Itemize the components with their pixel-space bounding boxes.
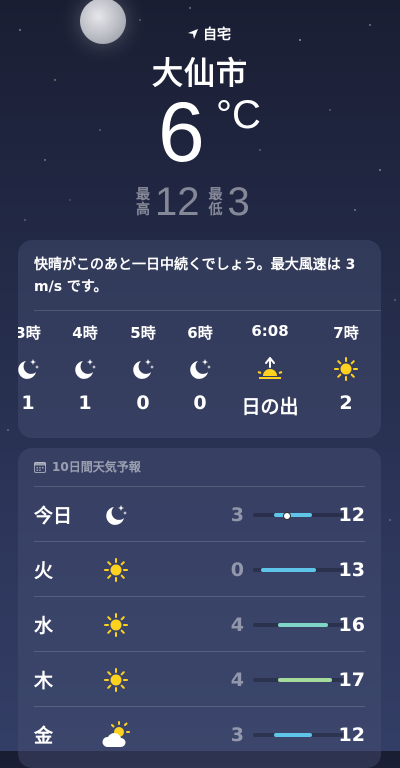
low-temp: 3 xyxy=(227,180,250,224)
hour-time: 7時 xyxy=(333,324,359,342)
daily-row[interactable]: 金 3 12 xyxy=(34,706,365,762)
temp-range-fill xyxy=(261,567,316,572)
temp-range-fill xyxy=(278,622,329,627)
hour-time: 4時 xyxy=(72,324,98,342)
location-row: 自宅 xyxy=(0,24,400,44)
hourly-forecast-card[interactable]: 快晴がこのあと一日中続くでしょう。最大風速は 3 m/s です。 3時 1 4時 1 5… xyxy=(18,240,381,438)
high-temp: 16 xyxy=(338,613,365,636)
sun-icon xyxy=(316,354,376,384)
sun-icon xyxy=(94,557,138,583)
location-arrow-icon xyxy=(188,29,198,39)
moon-stars-icon xyxy=(170,354,230,384)
hour-time: 6:08 xyxy=(251,322,289,340)
hour-value: 1 xyxy=(21,392,35,414)
hour-item: 5時 0 xyxy=(113,322,173,414)
temp-range-fill xyxy=(273,512,312,517)
daily-row[interactable]: 木 4 17 xyxy=(34,651,365,707)
daily-row[interactable]: 水 4 16 xyxy=(34,596,365,652)
low-temp: 4 xyxy=(230,613,244,636)
sun-icon xyxy=(94,612,138,638)
high-temp: 17 xyxy=(338,668,365,691)
high-temp: 12 xyxy=(155,180,200,224)
partly-cloudy-icon xyxy=(94,720,138,749)
location-header: 自宅 大仙市 xyxy=(0,24,400,93)
hour-value: 0 xyxy=(193,392,207,414)
current-temperature: 6 xyxy=(158,85,205,179)
high-temp: 12 xyxy=(338,503,365,526)
day-label: 金 xyxy=(34,725,54,747)
hour-item: 7時 2 xyxy=(316,322,376,414)
hour-time: 5時 xyxy=(130,324,156,342)
hour-value: 日の出 xyxy=(241,396,299,418)
low-temp: 3 xyxy=(230,723,244,746)
day-label: 今日 xyxy=(34,505,73,527)
high-temp: 12 xyxy=(338,723,365,746)
temp-range-fill xyxy=(273,732,312,737)
location-label: 自宅 xyxy=(203,27,231,43)
low-temp: 0 xyxy=(230,558,244,581)
forecast-summary: 快晴がこのあと一日中続くでしょう。最大風速は 3 m/s です。 xyxy=(34,257,356,295)
low-temp: 3 xyxy=(230,503,244,526)
sun-icon xyxy=(94,667,138,693)
temperature-unit: °C xyxy=(216,93,261,137)
sunrise-icon xyxy=(240,354,300,384)
low-temp: 4 xyxy=(230,668,244,691)
moon-stars-icon xyxy=(55,354,115,384)
hourly-list[interactable]: 3時 1 4時 1 5時 0 6時 0 6:08 日の出 7時 2 xyxy=(18,322,381,432)
hour-value: 0 xyxy=(136,392,150,414)
divider xyxy=(34,310,381,311)
hour-time: 3時 xyxy=(18,324,41,342)
hour-value: 1 xyxy=(78,392,92,414)
hour-item: 6時 0 xyxy=(170,322,230,414)
moon-stars-icon xyxy=(18,354,58,384)
day-label: 火 xyxy=(34,560,54,582)
hour-item: 3時 1 xyxy=(18,322,58,414)
moon-stars-icon xyxy=(113,354,173,384)
hour-item: 6:08 日の出 xyxy=(240,322,300,419)
high-label: 最高 xyxy=(136,186,150,218)
day-label: 木 xyxy=(34,670,54,692)
daily-forecast-title: 10日間天気予報 xyxy=(52,460,141,474)
low-label: 最低 xyxy=(208,186,223,218)
calendar-icon xyxy=(34,461,46,473)
daily-row[interactable]: 今日 3 12 xyxy=(34,486,365,542)
temp-range-fill xyxy=(278,677,333,682)
high-low-temps: 最高 12 最低 3 xyxy=(135,180,258,225)
high-temp: 13 xyxy=(338,558,365,581)
day-label: 水 xyxy=(34,615,54,637)
hour-time: 6時 xyxy=(187,324,213,342)
daily-forecast-header: 10日間天気予報 xyxy=(18,448,381,485)
daily-row[interactable]: 火 0 13 xyxy=(34,541,365,597)
moon-stars-icon xyxy=(94,502,138,528)
hour-value: 2 xyxy=(339,392,353,414)
daily-forecast-card[interactable]: 10日間天気予報 今日 3 12 火 0 13 水 4 16 木 4 17 金 3 12 xyxy=(18,448,381,768)
hour-item: 4時 1 xyxy=(55,322,115,414)
current-temp-dot xyxy=(283,511,292,520)
